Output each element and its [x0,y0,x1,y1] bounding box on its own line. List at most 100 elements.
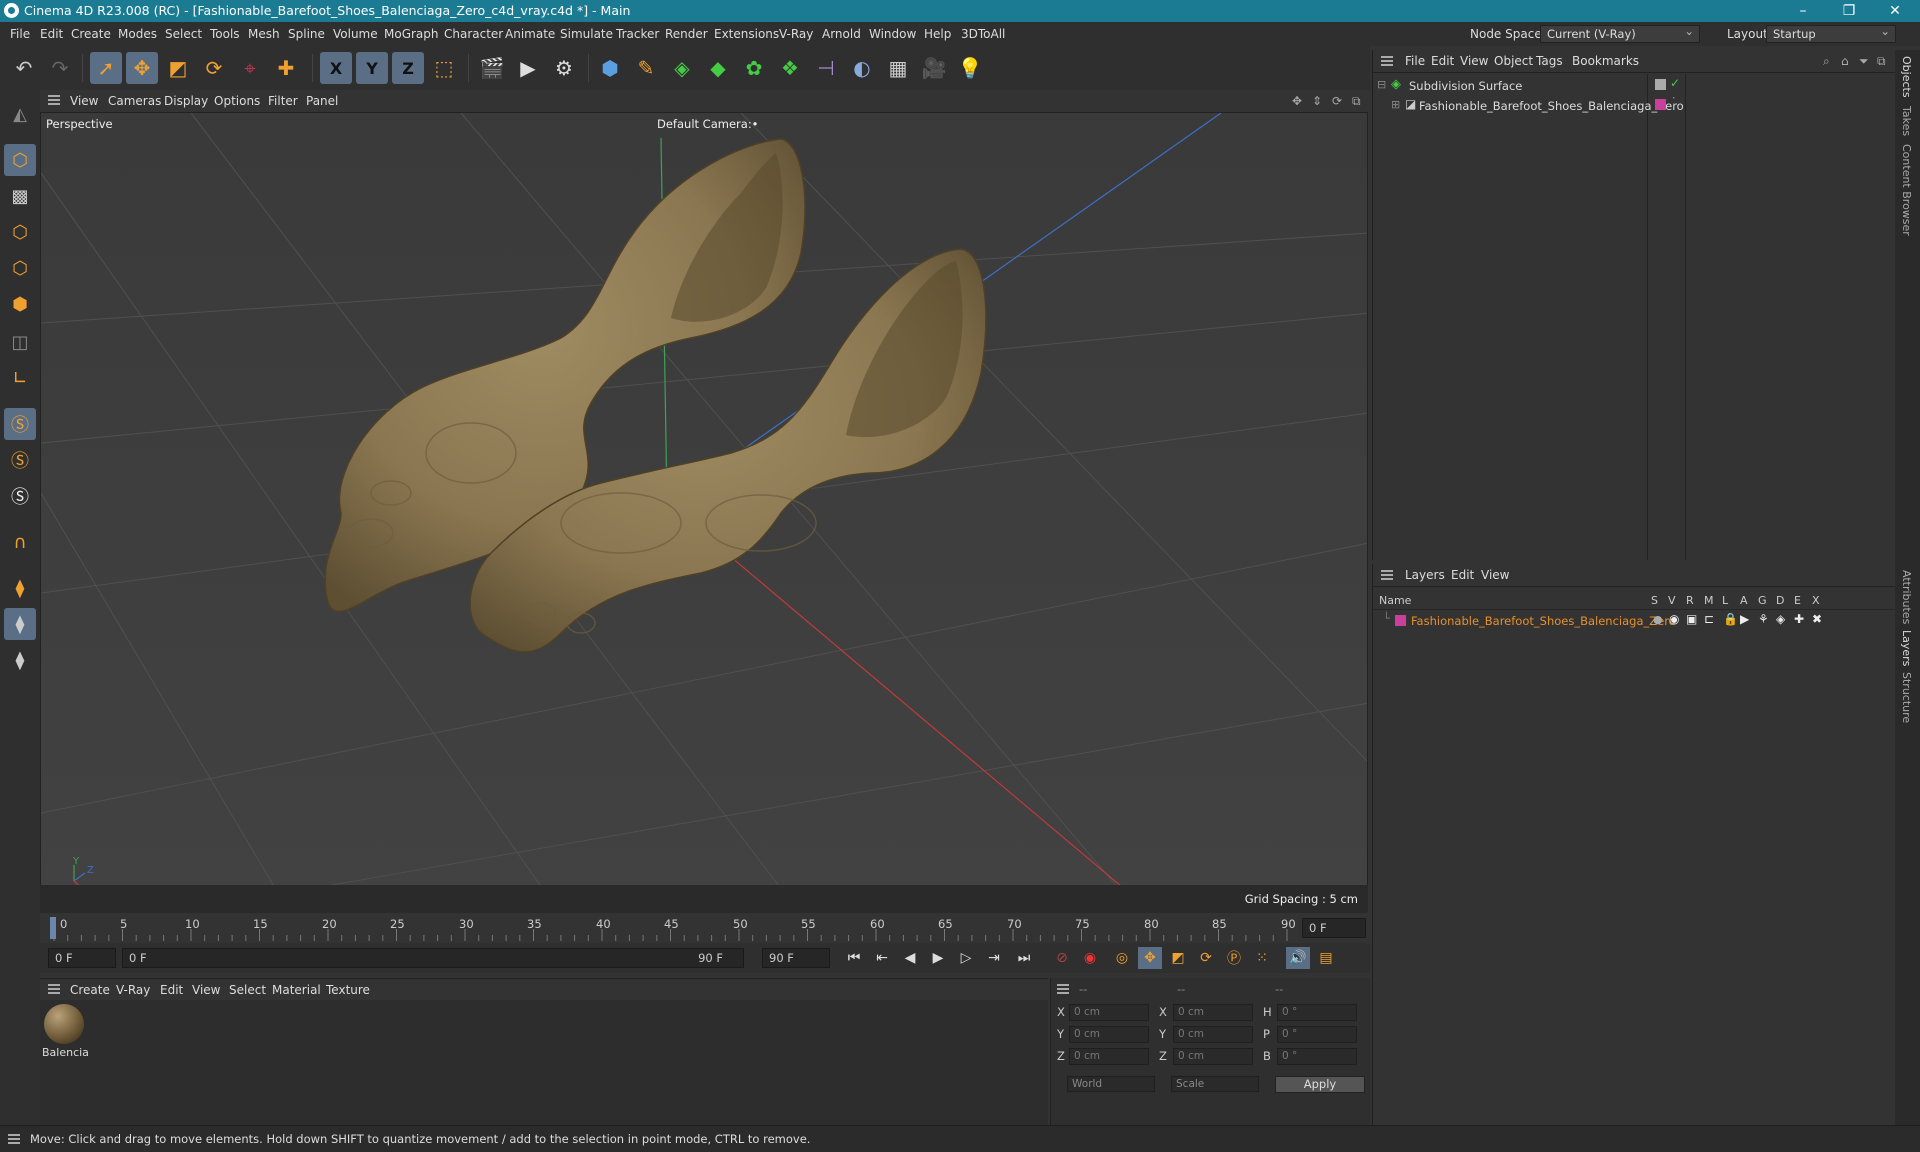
select-icon[interactable]: ➚ [90,52,122,84]
previous-frame-icon[interactable]: ◀ [898,947,922,969]
expand-icon[interactable]: ⊞ [1391,98,1400,111]
object-menu-object[interactable]: Object [1494,54,1533,68]
tab-attributes[interactable]: Attributes [1900,570,1913,624]
redo-icon[interactable]: ↷ [44,52,76,84]
close-icon[interactable]: ✕ [1872,0,1918,22]
light-icon[interactable]: 💡 [954,52,986,84]
current-frame-field[interactable]: 0 F [1302,918,1366,938]
rotate-icon[interactable]: ⟳ [198,52,230,84]
layer-menu-layers[interactable]: Layers [1405,568,1445,582]
position-z-field[interactable]: 0 cm [1069,1048,1149,1065]
magnet-icon[interactable]: ∩ [4,526,36,558]
sound-icon[interactable]: 🔊 [1286,947,1310,969]
node-space-select[interactable]: Current (V-Ray) [1540,24,1700,43]
menu-volume[interactable]: Volume [333,27,378,41]
search-icon[interactable]: ⌕ [1823,54,1830,69]
key-param-icon[interactable]: Ⓟ [1222,947,1246,969]
tab-layers[interactable]: Layers [1900,630,1913,666]
hamburger-icon[interactable] [48,95,60,105]
tab-objects[interactable]: Objects [1900,56,1913,98]
record-disabled-icon[interactable]: ⊘ [1050,947,1074,969]
menu-tracker[interactable]: Tracker [616,27,659,41]
edit-tag-icon[interactable] [1655,79,1666,90]
visibility-dots-icon[interactable]: ⁚ [1672,95,1676,108]
menu-arnold[interactable]: Arnold [822,27,861,41]
key-scale-icon[interactable]: ◩ [1166,947,1190,969]
cloner-icon[interactable]: ✿ [738,52,770,84]
layer-name[interactable]: Fashionable_Barefoot_Shoes_Balenciaga_Ze… [1411,614,1676,628]
view-eye-icon[interactable]: ◉ [1669,612,1679,626]
render-picture-viewer-icon[interactable]: ▶ [512,52,544,84]
next-key-icon[interactable]: ⇥ [982,947,1006,969]
scale-icon[interactable]: ◩ [162,52,194,84]
quantize-icon[interactable]: Ⓢ [4,480,36,512]
viewport-menu-panel[interactable]: Panel [306,94,338,108]
rotation-b-field[interactable]: 0 ° [1277,1048,1357,1065]
film-icon[interactable]: ▤ [1314,947,1338,969]
x-axis-icon[interactable]: X [320,52,352,84]
layer-color-swatch[interactable] [1655,99,1666,110]
new-view-icon[interactable]: ⧉ [1877,54,1886,69]
render-settings-icon[interactable]: ⚙ [548,52,580,84]
recent-icon[interactable]: ⌖ [234,52,266,84]
y-axis-icon[interactable]: Y [356,52,388,84]
deformer-icon[interactable]: ◐ [846,52,878,84]
apply-button[interactable]: Apply [1275,1076,1365,1093]
layer-menu-edit[interactable]: Edit [1451,568,1474,582]
frame-range-slider[interactable]: 0 F 90 F [122,948,744,968]
viewport-zoom-icon[interactable]: ⇕ [1312,94,1322,108]
material-thumbnail[interactable]: Balencia [42,1004,89,1064]
menu-mesh[interactable]: Mesh [248,27,280,41]
grid-icon[interactable]: ⧫ [4,608,36,640]
tab-takes[interactable]: Takes [1900,106,1913,136]
object-menu-view[interactable]: View [1460,54,1488,68]
position-x-field[interactable]: 0 cm [1069,1004,1149,1021]
viewport-menu-filter[interactable]: Filter [268,94,298,108]
menu-create[interactable]: Create [71,27,111,41]
go-to-start-icon[interactable]: ⏮ [842,947,866,969]
generators-icon[interactable]: ⚘ [1758,612,1769,626]
menu-3dtoall[interactable]: 3DToAll [961,27,1005,41]
timeline-ruler[interactable]: 0 5 10 15 20 25 30 35 40 45 50 55 60 65 … [40,913,1370,943]
array-icon[interactable]: ❖ [774,52,806,84]
viewport-move-icon[interactable]: ✥ [1292,94,1302,108]
go-to-end-icon[interactable]: ⏭ [1012,947,1036,969]
key-position-icon[interactable]: ✥ [1138,947,1162,969]
manager-icon[interactable]: ⊏ [1704,612,1714,626]
viewport-menu-display[interactable]: Display [164,94,208,108]
rotation-h-field[interactable]: 0 ° [1277,1004,1357,1021]
model-mode-icon[interactable]: ⬡ [4,144,36,176]
menu-edit[interactable]: Edit [40,27,63,41]
object-menu-edit[interactable]: Edit [1431,54,1454,68]
start-frame-field[interactable]: 0 F [48,948,116,968]
render-view-icon[interactable]: 🎬 [476,52,508,84]
previous-key-icon[interactable]: ⇤ [870,947,894,969]
animation-icon[interactable]: ▶ [1740,612,1749,626]
filter-icon[interactable]: ⏷ [1859,54,1869,69]
menu-character[interactable]: Character [444,27,503,41]
menu-tools[interactable]: Tools [210,27,240,41]
floor-icon[interactable]: ▦ [882,52,914,84]
menu-window[interactable]: Window [869,27,916,41]
object-menu-tags[interactable]: Tags [1536,54,1563,68]
points-mode-icon[interactable]: ⬡ [4,216,36,248]
rotation-p-field[interactable]: 0 ° [1277,1026,1357,1043]
hamburger-icon[interactable] [8,1134,20,1144]
render-clapper-icon[interactable]: ▣ [1686,612,1697,626]
object-menu-bookmarks[interactable]: Bookmarks [1572,54,1639,68]
material-menu-vray[interactable]: V-Ray [116,983,150,997]
end-frame-field[interactable]: 90 F [762,948,830,968]
menu-modes[interactable]: Modes [118,27,157,41]
key-pla-icon[interactable]: ⁙ [1250,947,1274,969]
material-menu-material[interactable]: Material [272,983,321,997]
coord-system-icon[interactable]: ⬚ [428,52,460,84]
hamburger-icon[interactable] [1381,56,1393,66]
camera-icon[interactable]: 🎥 [918,52,950,84]
xref-icon[interactable]: ✖ [1812,612,1822,626]
solo-icon[interactable]: ● [1653,613,1663,626]
viewport-menu-view[interactable]: View [70,94,98,108]
material-menu-edit[interactable]: Edit [160,983,183,997]
axis-mode-icon[interactable]: ∟ [4,362,36,394]
symmetry-icon[interactable]: ⊣ [810,52,842,84]
size-mode-select[interactable]: Scale [1171,1076,1259,1092]
